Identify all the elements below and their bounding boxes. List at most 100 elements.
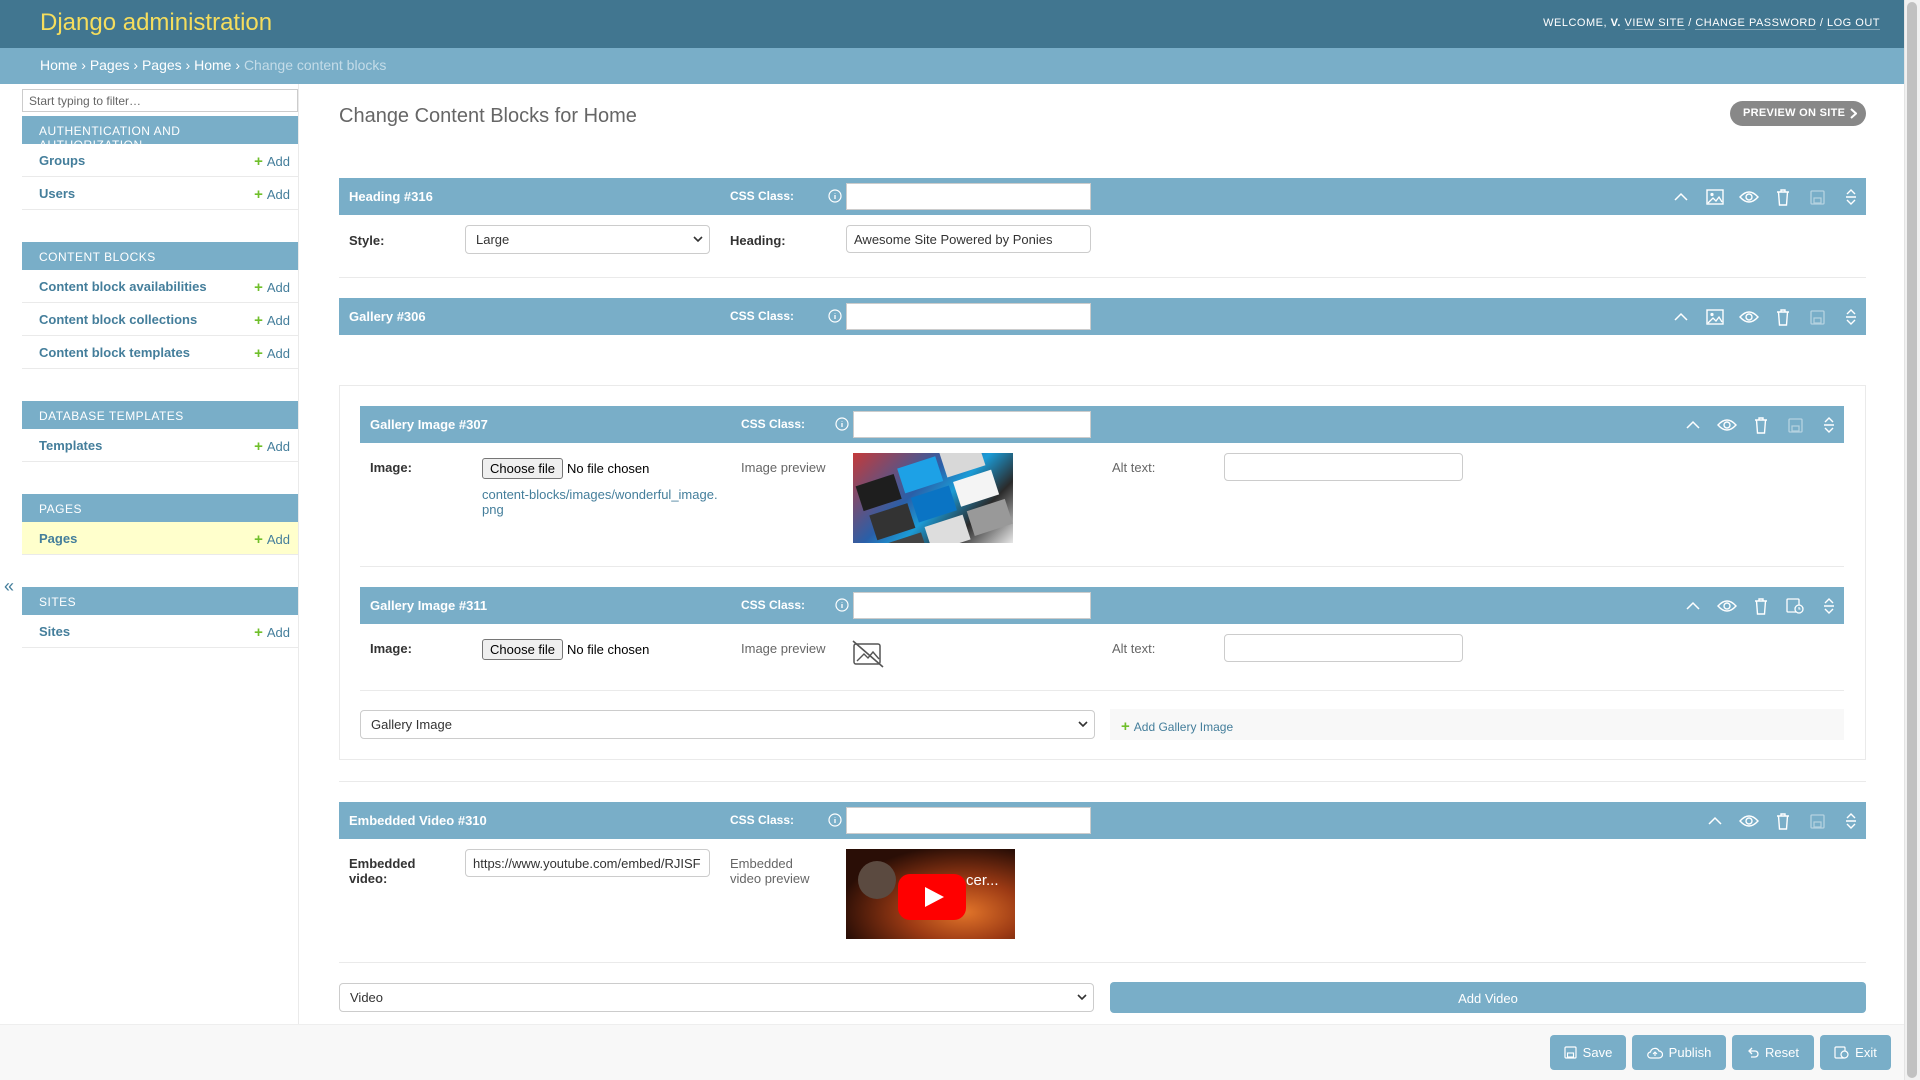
eye-icon[interactable] xyxy=(1732,811,1766,831)
save-draft-icon[interactable] xyxy=(1800,811,1834,831)
embedded-video-url-input[interactable] xyxy=(465,849,710,877)
drag-handle-icon[interactable] xyxy=(1834,811,1868,831)
add-sites-link[interactable]: + Add xyxy=(254,624,290,641)
breadcrumb-home-page[interactable]: Home xyxy=(194,57,231,73)
reset-button[interactable]: Reset xyxy=(1732,1035,1814,1070)
current-file-link[interactable]: content-blocks/images/wonderful_image.pn… xyxy=(482,487,722,517)
alt-text-input[interactable] xyxy=(1224,453,1463,481)
add-label: Add xyxy=(266,625,290,640)
drag-handle-icon[interactable] xyxy=(1834,187,1868,207)
sidebar-item-label[interactable]: Users xyxy=(39,186,75,201)
breadcrumb-home[interactable]: Home xyxy=(40,57,77,73)
add-availabilities-link[interactable]: + Add xyxy=(254,279,290,296)
drag-handle-icon[interactable] xyxy=(1812,596,1846,616)
image-icon[interactable] xyxy=(1698,307,1732,327)
embedded-video-preview[interactable]: cer... xyxy=(846,849,1015,939)
add-groups-link[interactable]: + Add xyxy=(254,153,290,170)
app-caption-auth[interactable]: AUTHENTICATION AND AUTHORIZATION xyxy=(22,116,298,152)
channel-avatar xyxy=(858,861,896,899)
css-class-input[interactable] xyxy=(846,183,1091,210)
add-gallery-image-link[interactable]: + Add Gallery Image xyxy=(1121,718,1233,735)
css-class-input[interactable] xyxy=(846,303,1091,330)
collapse-icon[interactable] xyxy=(1676,415,1710,435)
breadcrumb-pages-model[interactable]: Pages xyxy=(142,57,182,73)
add-video-button[interactable]: Add Video xyxy=(1110,982,1866,1013)
css-class-input[interactable] xyxy=(846,807,1091,834)
add-cb-templates-link[interactable]: + Add xyxy=(254,345,290,362)
eye-icon[interactable] xyxy=(1732,187,1766,207)
sidebar-collapse-toggle[interactable]: « xyxy=(4,576,14,597)
add-label: Add xyxy=(266,313,290,328)
heading-input[interactable] xyxy=(846,225,1091,253)
sidebar-item-label[interactable]: Templates xyxy=(39,438,102,453)
collapse-icon[interactable] xyxy=(1664,187,1698,207)
sidebar-item-label[interactable]: Pages xyxy=(39,531,77,546)
css-class-input[interactable] xyxy=(853,592,1091,619)
info-icon[interactable] xyxy=(828,813,842,827)
info-icon[interactable] xyxy=(828,189,842,203)
plus-icon: + xyxy=(254,279,263,296)
breadcrumb-pages-app[interactable]: Pages xyxy=(90,57,130,73)
drag-handle-icon[interactable] xyxy=(1834,307,1868,327)
gallery-block-type-select[interactable]: Gallery Image xyxy=(360,710,1095,739)
info-icon[interactable] xyxy=(835,417,849,431)
sidebar-item-content-block-availabilities: Content block availabilities + Add xyxy=(22,270,298,303)
trash-icon[interactable] xyxy=(1766,307,1800,327)
publish-button[interactable]: Publish xyxy=(1632,1035,1726,1070)
sidebar-item-pages: Pages + Add xyxy=(22,522,298,555)
css-class-input[interactable] xyxy=(853,411,1091,438)
exit-button[interactable]: Exit xyxy=(1820,1035,1891,1070)
view-site-link[interactable]: VIEW SITE xyxy=(1624,17,1685,30)
app-caption-database-templates[interactable]: DATABASE TEMPLATES xyxy=(22,401,298,429)
info-icon[interactable] xyxy=(828,309,842,323)
save-draft-icon[interactable] xyxy=(1778,596,1812,616)
style-value: Large xyxy=(476,232,510,247)
drag-handle-icon[interactable] xyxy=(1812,415,1846,435)
trash-icon[interactable] xyxy=(1766,811,1800,831)
block-type-select[interactable]: Video xyxy=(339,983,1094,1012)
cloud-upload-icon xyxy=(1646,1047,1663,1059)
add-pages-link[interactable]: + Add xyxy=(254,531,290,548)
eye-icon[interactable] xyxy=(1732,307,1766,327)
save-draft-icon[interactable] xyxy=(1778,415,1812,435)
eye-icon[interactable] xyxy=(1710,415,1744,435)
app-caption-pages[interactable]: PAGES xyxy=(22,494,298,522)
youtube-play-icon[interactable] xyxy=(898,874,966,920)
save-draft-icon[interactable] xyxy=(1800,187,1834,207)
sidebar-item-label[interactable]: Content block availabilities xyxy=(39,279,207,294)
collapse-icon[interactable] xyxy=(1676,596,1710,616)
scrollbar-thumb[interactable] xyxy=(1907,2,1917,1078)
choose-file-button[interactable]: Choose file xyxy=(482,458,564,479)
heading-block-header: Heading #316 CSS Class: xyxy=(339,178,1866,215)
app-caption-content-blocks[interactable]: CONTENT BLOCKS xyxy=(22,242,298,270)
trash-icon[interactable] xyxy=(1744,596,1778,616)
collapse-icon[interactable] xyxy=(1698,811,1732,831)
nav-filter-input[interactable] xyxy=(22,89,298,112)
choose-file-button[interactable]: Choose file xyxy=(482,639,564,660)
sidebar-item-label[interactable]: Content block collections xyxy=(39,312,197,327)
app-caption-sites[interactable]: SITES xyxy=(22,587,298,615)
preview-on-site-button[interactable]: PREVIEW ON SITE xyxy=(1730,101,1866,126)
trash-icon[interactable] xyxy=(1744,415,1778,435)
collapse-icon[interactable] xyxy=(1664,307,1698,327)
add-collections-link[interactable]: + Add xyxy=(254,312,290,329)
change-password-link[interactable]: CHANGE PASSWORD xyxy=(1695,17,1817,30)
select-value: Video xyxy=(350,990,384,1005)
trash-icon[interactable] xyxy=(1766,187,1800,207)
add-templates-link[interactable]: + Add xyxy=(254,438,290,455)
exit-icon xyxy=(1834,1046,1849,1059)
style-select[interactable]: Large xyxy=(465,225,710,254)
alt-text-input[interactable] xyxy=(1224,634,1463,662)
eye-icon[interactable] xyxy=(1710,596,1744,616)
site-brand[interactable]: Django administration xyxy=(40,9,272,37)
log-out-link[interactable]: LOG OUT xyxy=(1826,17,1880,30)
video-title: cer... xyxy=(966,872,999,889)
sidebar-item-label[interactable]: Sites xyxy=(39,624,70,639)
info-icon[interactable] xyxy=(835,598,849,612)
sidebar-item-label[interactable]: Groups xyxy=(39,153,85,168)
save-button[interactable]: Save xyxy=(1550,1035,1626,1070)
save-draft-icon[interactable] xyxy=(1800,307,1834,327)
sidebar-item-label[interactable]: Content block templates xyxy=(39,345,190,360)
image-icon[interactable] xyxy=(1698,187,1732,207)
add-users-link[interactable]: + Add xyxy=(254,186,290,203)
